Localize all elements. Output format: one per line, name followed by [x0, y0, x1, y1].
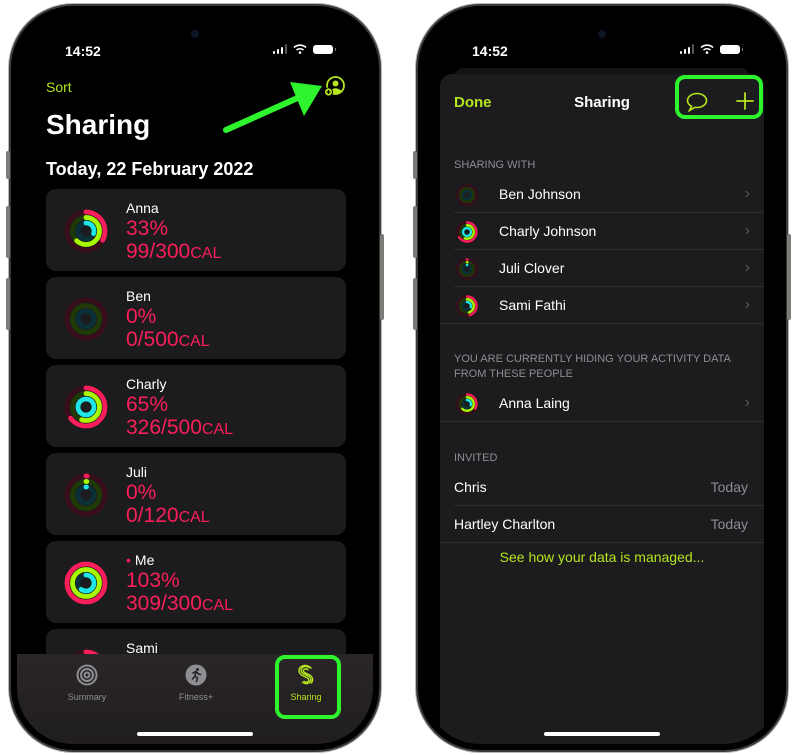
- activity-rings-icon: [456, 221, 478, 243]
- silent-switch: [6, 151, 10, 179]
- activity-rings-icon: [456, 295, 478, 317]
- battery-icon: [313, 44, 336, 54]
- data-management-link[interactable]: See how your data is managed...: [440, 549, 764, 565]
- power-button: [380, 234, 384, 320]
- status-time: 14:52: [65, 43, 101, 59]
- contact-name: Chris: [454, 479, 487, 495]
- stand-ring-track: [461, 189, 473, 201]
- contact-name: Ben Johnson: [499, 186, 581, 202]
- tab-label: Fitness+: [178, 692, 214, 702]
- invited-row[interactable]: Hartley Charlton Today: [440, 506, 764, 543]
- section-header-hiding: YOU ARE CURRENTLY HIDING YOUR ACTIVITY D…: [454, 353, 731, 380]
- front-camera: [598, 30, 606, 38]
- move-percent: 103%: [126, 569, 180, 592]
- activity-rings-icon: [64, 561, 108, 605]
- friend-cards-list: Anna 33% 99/300CAL Ben 0% 0/500CAL Charl…: [46, 189, 346, 717]
- activity-rings-icon: [76, 664, 98, 686]
- volume-up-button: [413, 206, 417, 258]
- status-time: 14:52: [472, 43, 508, 59]
- move-percent: 0%: [126, 305, 157, 328]
- activity-rings-icon: [64, 385, 108, 429]
- volume-up-button: [6, 206, 10, 258]
- date-heading: Today, 22 February 2022: [46, 159, 254, 179]
- contact-name: Anna Laing: [499, 395, 570, 411]
- friend-name: Ben: [126, 288, 151, 304]
- sort-button[interactable]: Sort: [46, 79, 72, 95]
- chevron-right-icon: ›: [744, 185, 750, 202]
- front-camera: [191, 30, 199, 38]
- section-header-invited: INVITED: [454, 452, 498, 464]
- tab-fitness-plus[interactable]: Fitness+: [156, 664, 236, 702]
- friend-card-me[interactable]: • Me 103% 309/300CAL: [46, 541, 346, 623]
- friend-name: • Me: [126, 552, 155, 568]
- status-icons: [272, 44, 336, 54]
- separator: [440, 421, 764, 422]
- sharing-row[interactable]: Juli Clover ›: [440, 250, 764, 287]
- friend-name: Juli: [126, 464, 148, 480]
- wifi-icon: [293, 44, 307, 54]
- calories: 0/500CAL: [126, 328, 210, 351]
- separator: [440, 323, 764, 324]
- tab-label: Summary: [67, 692, 107, 702]
- power-button: [787, 234, 791, 320]
- contact-name: Juli Clover: [499, 260, 565, 276]
- activity-rings-icon: [64, 209, 108, 253]
- activity-rings-icon: [456, 393, 478, 415]
- invite-date: Today: [710, 479, 748, 495]
- volume-down-button: [6, 278, 10, 330]
- activity-rings-icon: [64, 297, 108, 341]
- silent-switch: [413, 151, 417, 179]
- friend-card[interactable]: Anna 33% 99/300CAL: [46, 189, 346, 271]
- friend-name: Anna: [126, 200, 159, 216]
- tab-summary[interactable]: Summary: [47, 664, 127, 702]
- chevron-right-icon: ›: [744, 394, 750, 411]
- calories: 326/500CAL: [126, 416, 234, 439]
- friend-name: Charly: [126, 376, 167, 392]
- status-icons: [679, 44, 743, 54]
- signal-icon: [272, 44, 287, 54]
- home-indicator: [544, 732, 660, 736]
- chevron-right-icon: ›: [744, 259, 750, 276]
- sharing-row[interactable]: Ben Johnson ›: [440, 176, 764, 213]
- move-percent: 65%: [126, 393, 169, 416]
- invite-date: Today: [710, 516, 748, 532]
- annotation-arrow-icon: [223, 82, 322, 133]
- calories: 309/300CAL: [126, 592, 234, 615]
- contact-name: Sami Fathi: [499, 297, 566, 313]
- signal-icon: [679, 44, 694, 54]
- sharing-sheet: Sharing Done SHARING WITH Ben Johnson › …: [440, 74, 764, 744]
- chevron-right-icon: ›: [744, 296, 750, 313]
- wifi-icon: [700, 44, 714, 54]
- separator: [440, 542, 764, 543]
- contact-name: Charly Johnson: [499, 223, 597, 239]
- calories: 0/120CAL: [126, 504, 210, 527]
- screen-sharing-settings: 14:52 Sharing Done SHARING WITH Ben John…: [424, 12, 780, 744]
- stand-ring-track: [75, 308, 97, 330]
- battery-icon: [720, 44, 743, 54]
- sharing-row[interactable]: Sami Fathi ›: [440, 287, 764, 324]
- section-header-sharing-with: SHARING WITH: [454, 159, 536, 171]
- activity-rings-icon: [64, 473, 108, 517]
- move-percent: 0%: [126, 481, 157, 504]
- home-indicator: [137, 732, 253, 736]
- contact-name: Hartley Charlton: [454, 516, 556, 532]
- me-dot-icon: •: [126, 552, 131, 568]
- friend-card[interactable]: Juli 0% 0/120CAL: [46, 453, 346, 535]
- hiding-row[interactable]: Anna Laing ›: [440, 385, 764, 422]
- friend-card[interactable]: Ben 0% 0/500CAL: [46, 277, 346, 359]
- annotation-highlight-sharing-tab: [275, 655, 341, 719]
- volume-down-button: [413, 278, 417, 330]
- sharing-row[interactable]: Charly Johnson ›: [440, 213, 764, 250]
- done-button[interactable]: Done: [454, 94, 492, 111]
- invited-row[interactable]: Chris Today: [440, 469, 764, 506]
- runner-icon: [185, 664, 207, 686]
- friend-card[interactable]: Charly 65% 326/500CAL: [46, 365, 346, 447]
- page-title: Sharing: [46, 109, 151, 140]
- activity-rings-icon: [456, 258, 478, 280]
- calories: 99/300CAL: [126, 240, 222, 263]
- chevron-right-icon: ›: [744, 222, 750, 239]
- activity-rings-icon: [456, 184, 478, 206]
- annotation-highlight-header-buttons: [675, 75, 763, 119]
- move-percent: 33%: [126, 217, 169, 240]
